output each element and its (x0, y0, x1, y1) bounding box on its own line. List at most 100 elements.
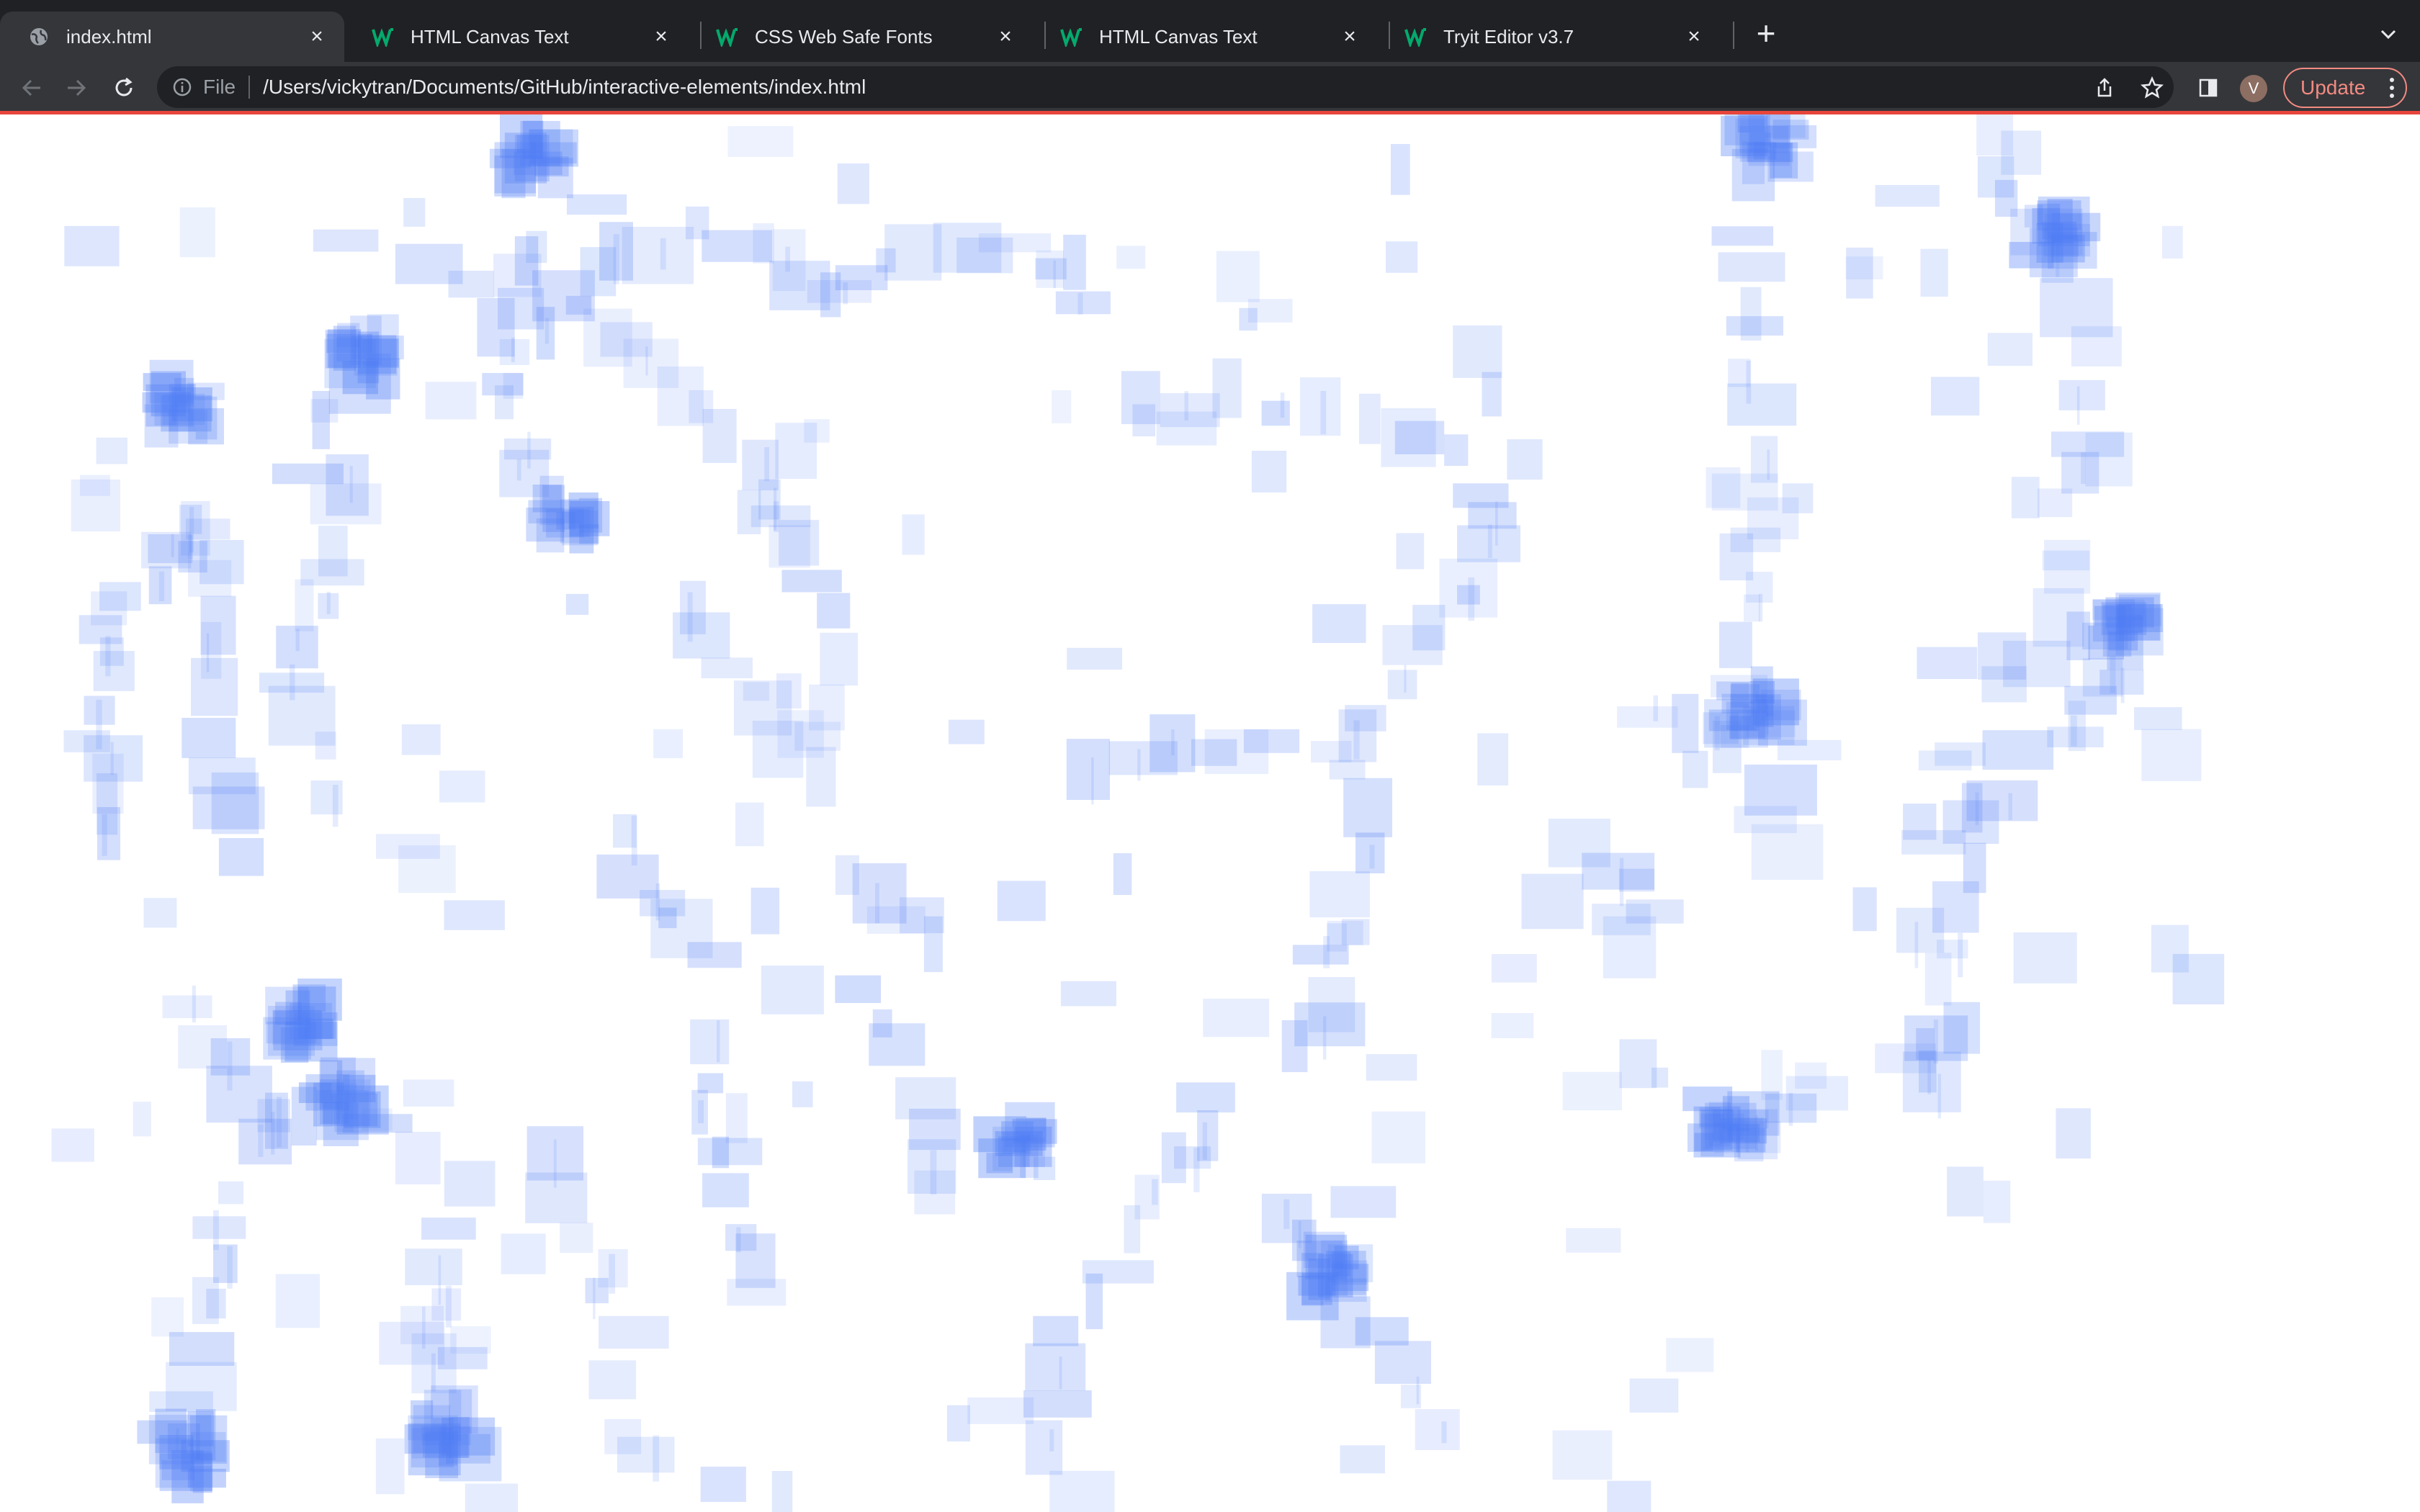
drawing-canvas[interactable] (0, 114, 2420, 1512)
canvas-stroke-rect (735, 802, 764, 847)
canvas-stroke-rect (238, 1118, 292, 1165)
canvas-stroke-rect (1961, 783, 1983, 833)
canvas-stroke-rect (2120, 667, 2125, 703)
globe-icon (27, 25, 50, 48)
canvas-stroke-rect (450, 1326, 491, 1354)
canvas-stroke-rect (1477, 733, 1509, 786)
profile-avatar[interactable]: V (2240, 75, 2267, 102)
canvas-stroke-rect (700, 1467, 746, 1502)
canvas-stroke-rect (503, 373, 524, 399)
update-button[interactable]: Update (2283, 68, 2407, 108)
update-button-label: Update (2300, 76, 2366, 99)
tab-search-button[interactable] (2374, 20, 2403, 49)
canvas-stroke-rect (1747, 143, 1793, 163)
canvas-stroke-rect (1652, 1067, 1669, 1088)
canvas-stroke-rect (423, 1434, 469, 1458)
canvas-stroke-rect (1161, 1132, 1186, 1184)
canvas-stroke-rect (1052, 390, 1072, 423)
canvas-stroke-rect (1482, 372, 1502, 417)
tab-title: HTML Canvas Text (1099, 25, 1258, 48)
canvas-stroke-rect (411, 1400, 434, 1418)
more-vert-icon (2390, 78, 2394, 98)
tab-tryit-editor[interactable]: Tryit Editor v3.7 × (1377, 12, 1721, 62)
canvas-stroke-rect (779, 520, 820, 566)
w3schools-icon (1060, 25, 1083, 48)
canvas-stroke-rect (143, 898, 177, 928)
canvas-stroke-rect (1391, 144, 1410, 195)
canvas-stroke-rect (398, 845, 456, 894)
reload-button[interactable] (108, 72, 140, 104)
canvas-stroke-rect (2008, 793, 2012, 821)
canvas-stroke-rect (187, 535, 193, 559)
canvas-stroke-rect (155, 1408, 187, 1454)
canvas-stroke-rect (776, 673, 802, 708)
tab-index-html[interactable]: index.html × (0, 12, 344, 62)
forward-button[interactable] (60, 72, 92, 104)
canvas-stroke-rect (218, 838, 264, 876)
canvas-stroke-rect (1059, 1356, 1062, 1390)
canvas-stroke-rect (403, 198, 426, 227)
tab-html-canvas-text-2[interactable]: HTML Canvas Text × (1033, 12, 1377, 62)
canvas-stroke-rect (326, 591, 331, 614)
tab-html-canvas-text[interactable]: HTML Canvas Text × (344, 12, 689, 62)
back-button[interactable] (16, 72, 48, 104)
canvas-stroke-rect (1292, 945, 1349, 965)
canvas-stroke-rect (1901, 830, 1966, 855)
canvas-stroke-rect (1300, 377, 1341, 436)
canvas-stroke-rect (2013, 932, 2077, 984)
canvas-stroke-rect (923, 916, 943, 973)
canvas-stroke-rect (1927, 1059, 1931, 1094)
canvas-stroke-rect (444, 1161, 496, 1207)
canvas-stroke-rect (1726, 316, 1783, 336)
address-bar[interactable]: File /Users/vickytran/Documents/GitHub/i… (157, 66, 2174, 108)
canvas-stroke-rect (1137, 749, 1141, 781)
canvas-stroke-rect (1666, 1338, 1714, 1372)
share-button[interactable] (2089, 72, 2120, 104)
canvas-stroke-rect (702, 1173, 749, 1207)
canvas-stroke-rect (653, 1435, 660, 1482)
canvas-stroke-rect (1507, 439, 1543, 480)
tab-title: HTML Canvas Text (411, 25, 569, 48)
close-icon[interactable]: × (302, 22, 331, 51)
canvas-stroke-rect (1014, 1126, 1052, 1167)
new-tab-button[interactable]: + (1749, 17, 1783, 52)
canvas-stroke-rect (1330, 1186, 1397, 1218)
canvas-stroke-rect (660, 238, 666, 270)
canvas-stroke-rect (1312, 604, 1366, 643)
canvas-stroke-rect (687, 942, 742, 968)
canvas-stroke-rect (1444, 434, 1469, 467)
canvas-stroke-rect (588, 1360, 637, 1400)
canvas-stroke-rect (80, 474, 110, 496)
close-icon[interactable]: × (1335, 22, 1364, 51)
canvas-stroke-rect (439, 770, 485, 803)
canvas-stroke-rect (192, 985, 196, 1022)
browser-toolbar: File /Users/vickytran/Documents/GitHub/i… (0, 62, 2420, 112)
url-text[interactable]: /Users/vickytran/Documents/GitHub/intera… (263, 76, 866, 99)
canvas-stroke-rect (1896, 907, 1945, 953)
canvas-stroke-rect (737, 490, 761, 534)
canvas-stroke-rect (2056, 1108, 2091, 1158)
tab-css-web-safe-fonts[interactable]: CSS Web Safe Fonts × (689, 12, 1033, 62)
info-icon[interactable] (171, 76, 193, 98)
canvas-stroke-rect (1875, 185, 1940, 207)
canvas-stroke-rect (1025, 1420, 1063, 1475)
canvas-stroke-rect (213, 1210, 219, 1251)
canvas-stroke-rect (775, 423, 817, 480)
canvas-stroke-rect (593, 1277, 596, 1320)
canvas-stroke-rect (275, 1274, 320, 1328)
close-icon[interactable]: × (1680, 22, 1708, 51)
canvas-stroke-rect (1322, 1016, 1327, 1060)
side-panel-button[interactable] (2192, 72, 2224, 104)
canvas-stroke-rect (997, 881, 1046, 922)
canvas-stroke-rect (1358, 393, 1381, 444)
bookmark-button[interactable] (2136, 72, 2168, 104)
canvas-stroke-rect (1216, 251, 1260, 302)
close-icon[interactable]: × (647, 22, 676, 51)
close-icon[interactable]: × (991, 22, 1020, 51)
canvas-stroke-rect (182, 718, 236, 758)
canvas-stroke-rect (1719, 621, 1752, 668)
canvas-stroke-rect (1562, 1071, 1622, 1111)
canvas-stroke-rect (1933, 1020, 1938, 1064)
canvas-stroke-rect (375, 1438, 405, 1495)
canvas-stroke-rect (1521, 873, 1584, 930)
